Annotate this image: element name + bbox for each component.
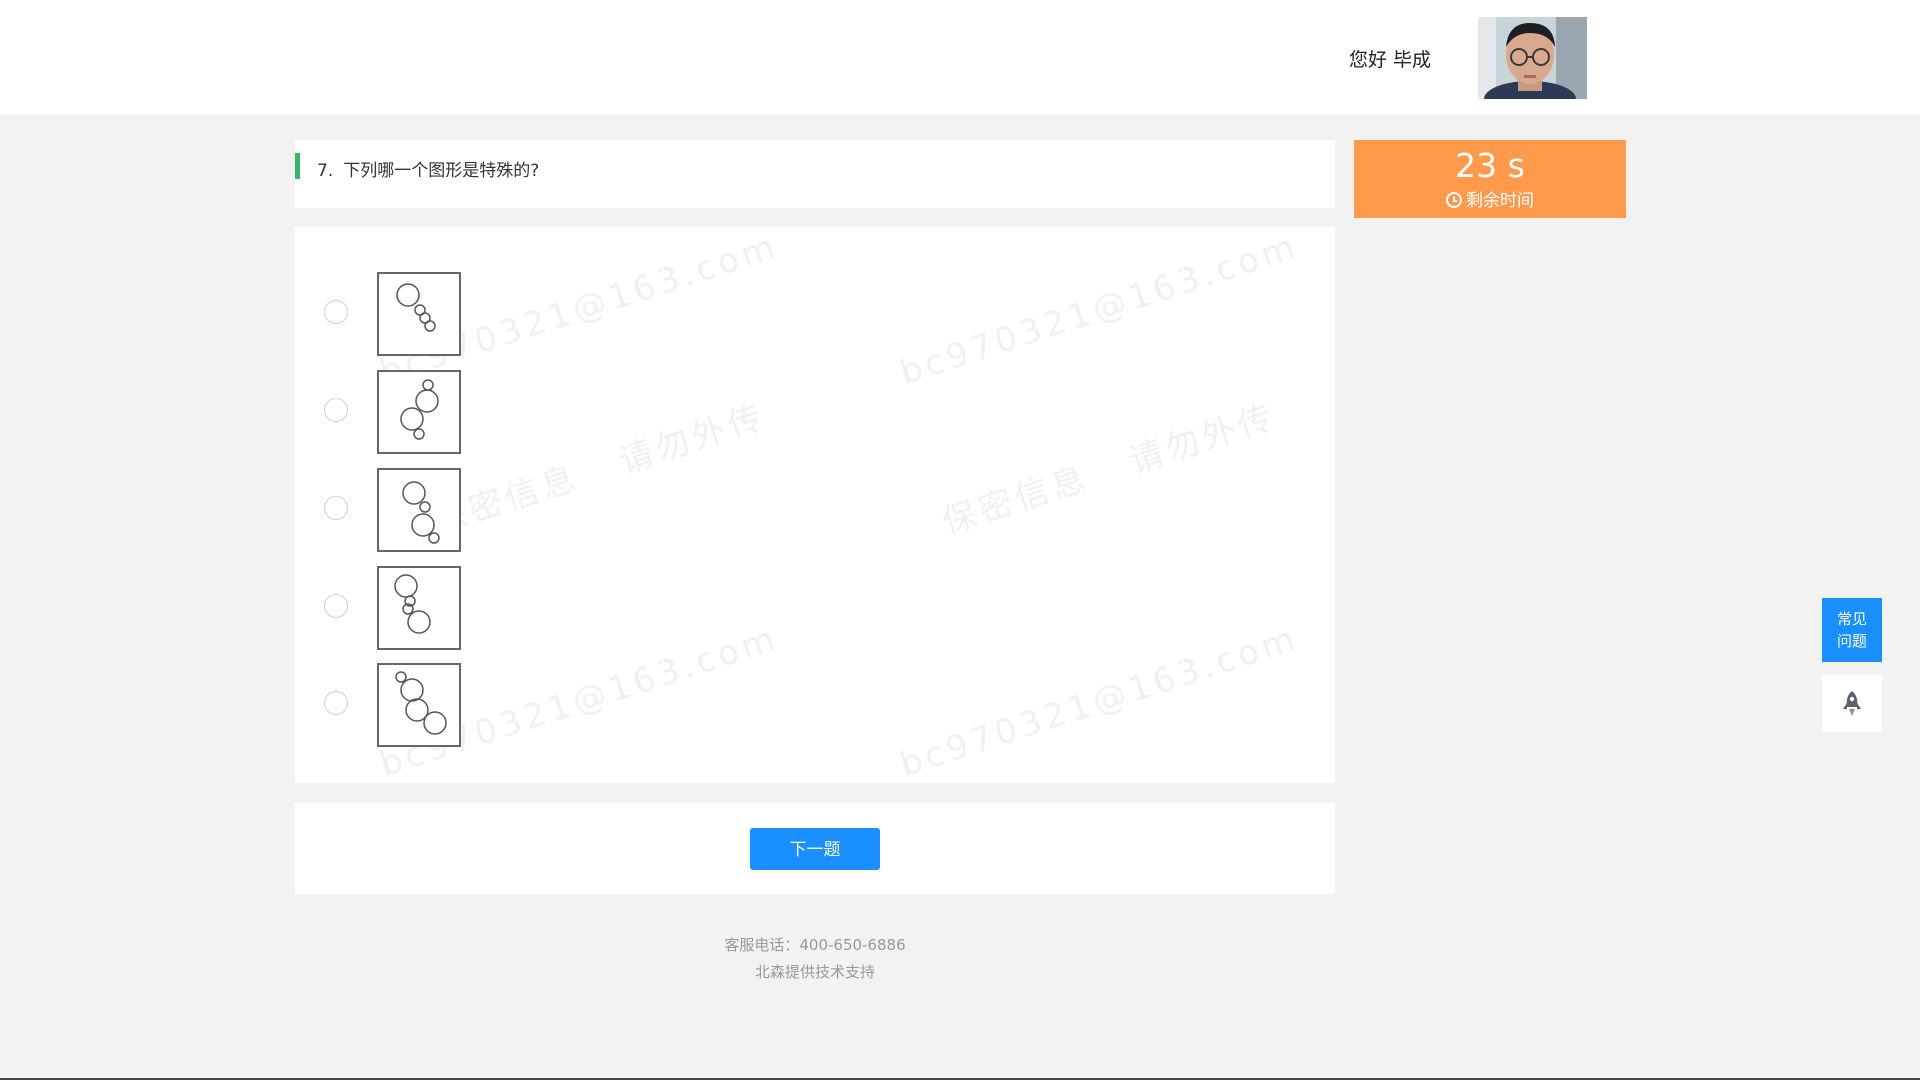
action-card: 下一题 [295,803,1335,894]
circles-figure-5-icon[interactable] [377,663,461,747]
top-header: 您好 毕成 [0,0,1920,114]
option-1-radio[interactable] [324,300,348,324]
rocket-icon [1843,691,1861,716]
option-5-radio[interactable] [324,691,348,715]
option-3[interactable] [295,466,1335,558]
faq-label-line1: 常见 [1836,610,1867,628]
circles-figure-4-icon[interactable] [377,566,461,650]
option-4[interactable] [295,564,1335,656]
circles-figure-2-icon[interactable] [377,370,461,454]
question-accent-bar [295,153,300,179]
question-title: 7. 下列哪一个图形是特殊的? [317,156,539,181]
service-phone: 客服电话：400-650-6886 [724,936,906,954]
timer-value: 23 s [1455,146,1525,185]
circles-figure-1-icon[interactable] [377,272,461,356]
next-question-button[interactable]: 下一题 [750,828,880,870]
question-card: 7. 下列哪一个图形是特殊的? [295,140,1335,208]
option-2[interactable] [295,368,1335,460]
question-text: 下列哪一个图形是特殊的? [343,161,540,181]
option-4-radio[interactable] [324,594,348,618]
user-name: 毕成 [1393,49,1432,71]
faq-label-line2: 问题 [1836,632,1867,650]
timer-label-row: 剩余时间 [1354,190,1626,212]
page-footer: 客服电话：400-650-6886 北森提供技术支持 [295,932,1335,986]
countdown-timer: 23 s 剩余时间 [1354,140,1626,218]
circles-figure-3-icon[interactable] [377,468,461,552]
option-5[interactable] [295,661,1335,753]
back-to-top-button[interactable] [1822,675,1882,732]
faq-button[interactable]: 常见 问题 [1822,598,1882,662]
user-greeting: 您好 毕成 [1349,45,1431,72]
options-card: bc970321@163.com bc970321@163.com 保密信息 请… [295,227,1335,783]
question-number: 7. [317,161,334,181]
tech-support: 北森提供技术支持 [754,963,875,981]
option-2-radio[interactable] [324,398,348,422]
clock-icon [1446,192,1462,208]
timer-label: 剩余时间 [1466,191,1534,211]
option-1[interactable] [295,270,1335,362]
webcam-avatar [1478,17,1587,99]
greeting-text: 您好 [1349,49,1388,71]
option-3-radio[interactable] [324,496,348,520]
